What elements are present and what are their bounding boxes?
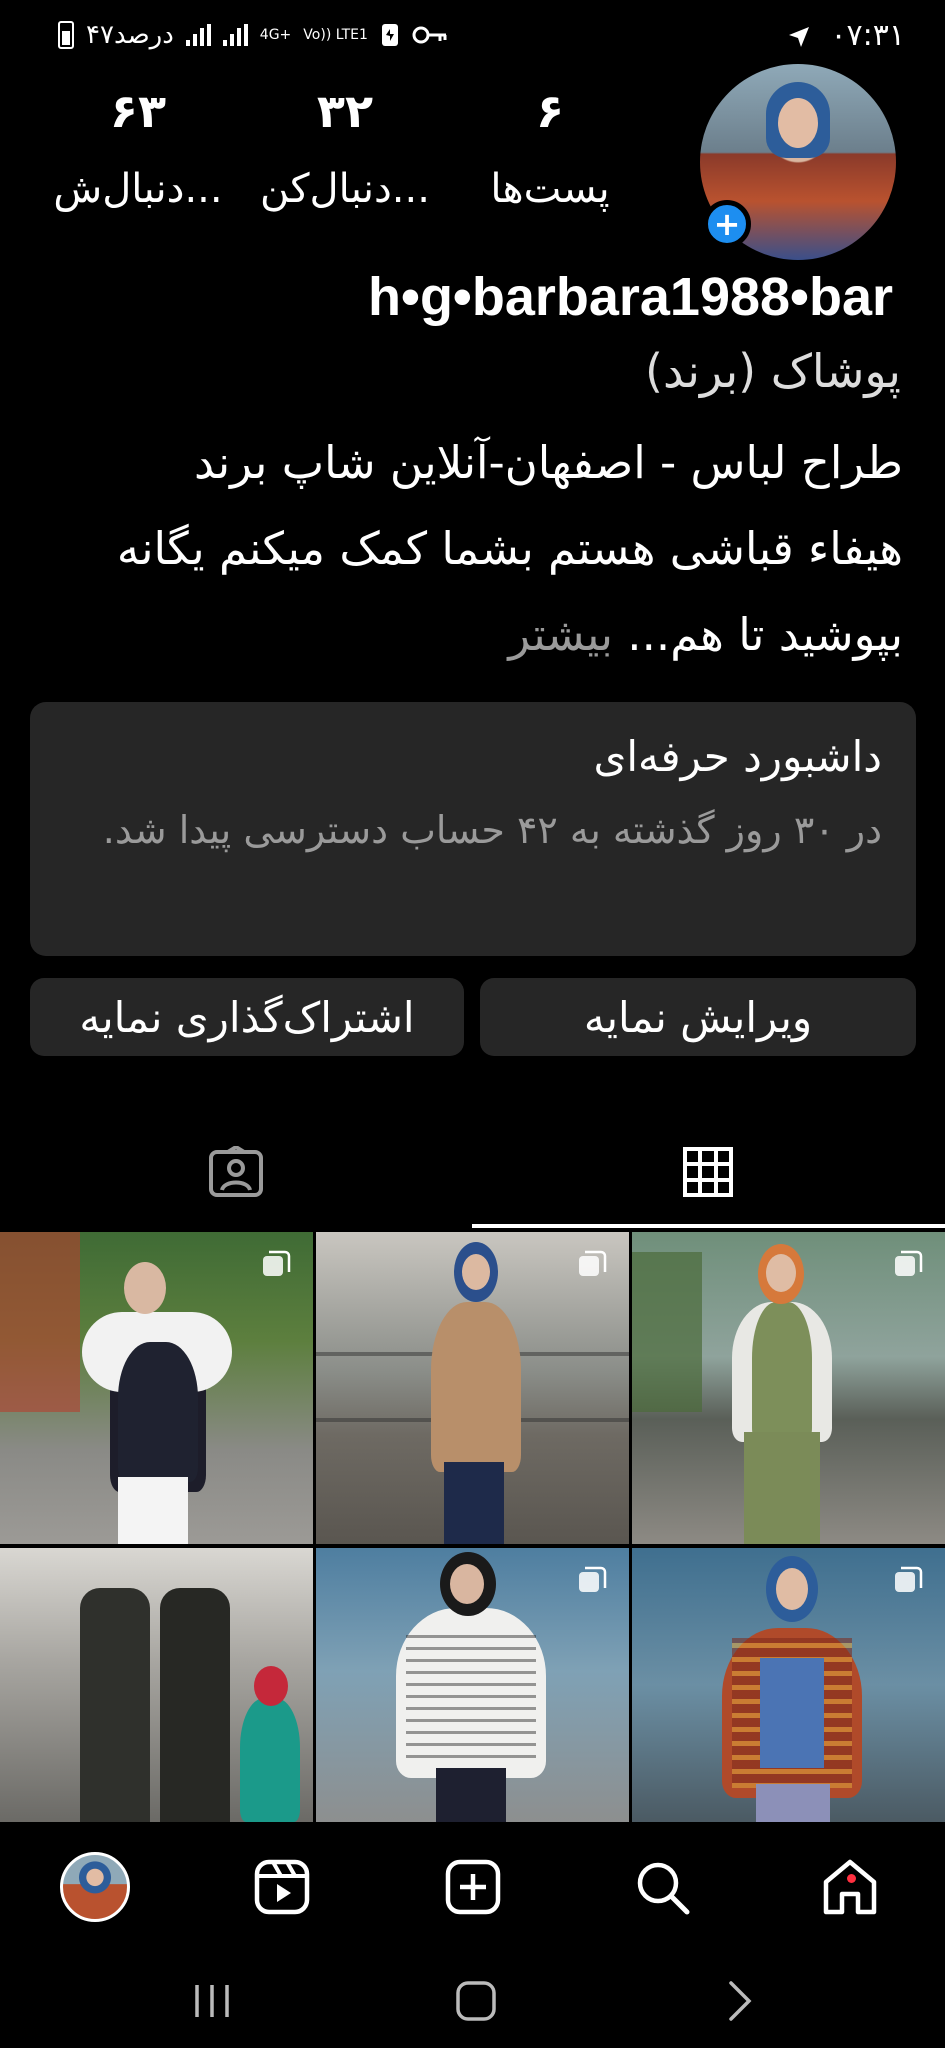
reels-icon [254,1859,310,1915]
avatar-face [778,98,818,148]
search-icon [637,1862,690,1915]
green-pants [744,1432,820,1544]
home-icon [823,1859,877,1915]
signal-icon-2 [222,24,248,46]
patterned-tunic [431,1302,521,1472]
head [124,1262,166,1314]
nav-search[interactable] [617,1842,707,1932]
posts-count: ۶ [535,84,565,138]
bio-line: بپوشید تا هم... [627,608,903,661]
nav-home[interactable] [805,1842,895,1932]
profile-avatar-small [60,1852,130,1922]
tab-posts-grid[interactable] [472,1116,944,1228]
nav-create[interactable] [428,1842,518,1932]
head [450,1564,484,1604]
multi-post-icon [895,1566,923,1592]
back-icon [729,1981,752,2021]
system-home-button[interactable] [446,1976,506,2026]
multi-post-icon [263,1250,291,1276]
data-saver-icon [381,24,398,46]
share-profile-button[interactable]: اشتراک‌گذاری نمایه [30,978,464,1056]
post-thumbnail[interactable] [0,1232,313,1544]
recents-icon [195,1985,229,2017]
nav-profile[interactable] [50,1842,140,1932]
active-tab-indicator [472,1224,945,1228]
clock: ۰۷:۳۱ [787,18,905,53]
battery-percent: ۴۷درصد [86,20,174,50]
signal-icon [185,24,211,46]
bio-more-link[interactable]: بیشتر [508,608,613,661]
post-thumbnail[interactable] [316,1548,629,1822]
post-thumbnail[interactable] [632,1548,945,1822]
dashboard-title: داشبورد حرفه‌ای [593,732,882,781]
system-navigation-bar [0,1952,945,2048]
dark-pants [436,1768,506,1822]
home-button-icon [456,1981,496,2021]
nav-reels[interactable] [237,1842,327,1932]
following-label: دنبال‌ش... [53,166,223,212]
status-bar: ۴۷درصد 4G+ Vo)) LTE1 ۰۷:۳۱ [0,0,945,72]
network-4g-label: 4G+ [259,26,292,43]
statue-leg-right [160,1588,230,1822]
red-scarf [254,1666,288,1706]
jeans [444,1462,504,1544]
edit-profile-button[interactable]: ویرایش نمایه [480,978,916,1056]
post-thumbnail[interactable] [0,1548,313,1822]
flowers-decor [0,1232,80,1412]
followers-count: ۳۲ [316,84,374,138]
notification-dot [847,1874,856,1883]
battery-icon [58,21,74,49]
statue-leg-left [80,1588,150,1822]
stat-followers[interactable]: ۳۲ دنبال‌کن... [245,84,445,212]
multi-post-icon [895,1250,923,1276]
vpn-key-icon [412,26,447,44]
head [462,1254,490,1290]
green-jacket [752,1302,812,1442]
stat-posts[interactable]: ۶ پست‌ها [450,84,650,212]
head [776,1568,808,1610]
location-arrow-icon [788,26,809,47]
followers-label: دنبال‌کن... [260,166,430,212]
tab-tagged[interactable] [0,1116,472,1228]
username: h•g•barbara1988•bar [368,267,893,327]
posts-grid [0,1232,945,1822]
bio-line: هیفاء قباشی هستم بشما کمک میکنم یگانه [116,522,903,575]
following-count: ۶۳ [109,84,167,138]
head [766,1254,796,1292]
multi-post-icon [579,1250,607,1276]
bio: طراح لباس - اصفهان-آنلاین شاپ برند هیفاء… [43,420,903,678]
dark-dress [118,1342,198,1482]
newsprint-pattern [406,1628,536,1758]
category-label: پوشاک (برند) [645,344,901,398]
create-icon [445,1859,501,1915]
grid-icon [683,1147,733,1197]
bio-line: طراح لباس - اصفهان-آنلاین شاپ برند [193,436,903,489]
professional-dashboard-card[interactable]: داشبورد حرفه‌ای در ۳۰ روز گذشته به ۴۲ حس… [30,702,916,956]
volte-label: Vo)) LTE1 [303,26,368,43]
clock-time: ۰۷:۳۱ [830,18,905,53]
multi-post-icon [579,1566,607,1592]
recents-button[interactable] [182,1976,242,2026]
bio-line-last: بپوشید تا هم... بیشتر [43,592,903,678]
system-back-button[interactable] [710,1976,770,2026]
status-left-group: ۴۷درصد 4G+ Vo)) LTE1 [58,20,448,50]
post-thumbnail[interactable] [632,1232,945,1544]
light-pants [756,1784,830,1822]
stat-following[interactable]: ۶۳ دنبال‌ش... [38,84,238,212]
tagged-icon [209,1146,263,1197]
white-pants [118,1477,188,1544]
posts-label: پست‌ها [490,166,610,212]
denim-panel [760,1658,824,1768]
teal-outfit [240,1698,300,1822]
bottom-navigation [0,1822,945,1952]
palm-decor [632,1252,702,1412]
dashboard-subtitle: در ۳۰ روز گذشته به ۴۲ حساب دسترسی پیدا ش… [102,808,882,852]
add-story-plus-icon[interactable]: + [703,200,751,248]
post-thumbnail[interactable] [316,1232,629,1544]
